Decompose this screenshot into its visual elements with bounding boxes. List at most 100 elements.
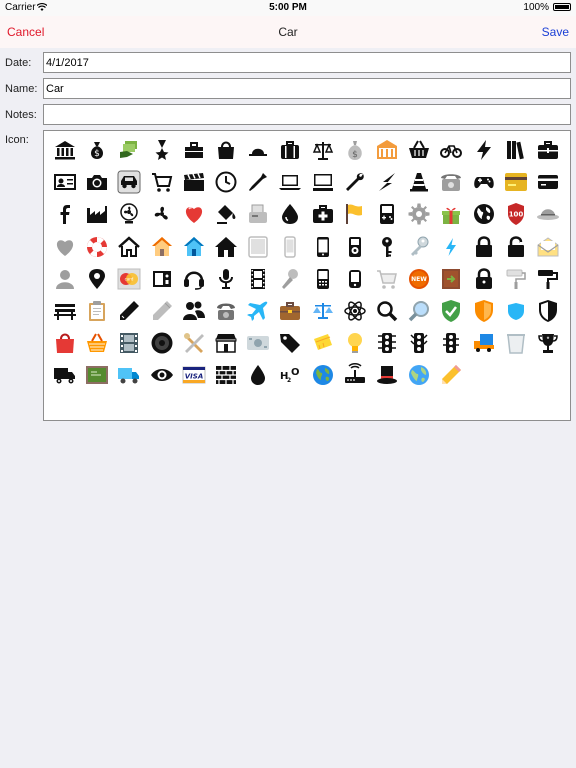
key-silver-icon[interactable]: [406, 234, 432, 260]
books-icon[interactable]: [503, 137, 529, 163]
basket-orange-icon[interactable]: [84, 330, 110, 356]
exit-door-icon[interactable]: [438, 266, 464, 292]
plane-icon[interactable]: [245, 298, 271, 324]
id-card-icon[interactable]: [52, 169, 78, 195]
paint-bucket-icon[interactable]: [213, 201, 239, 227]
gear-icon[interactable]: [406, 201, 432, 227]
money-note-icon[interactable]: [245, 330, 271, 356]
shield-icon[interactable]: [535, 298, 561, 324]
shield-orange-icon[interactable]: [471, 298, 497, 324]
scales-blue-icon[interactable]: [310, 298, 336, 324]
factory-icon[interactable]: [84, 201, 110, 227]
hat-grey-icon[interactable]: [535, 201, 561, 227]
house-blue-icon[interactable]: [181, 234, 207, 260]
shopping-bag-icon[interactable]: [213, 137, 239, 163]
bench-icon[interactable]: [52, 298, 78, 324]
lightning-blue-icon[interactable]: [438, 234, 464, 260]
truck-icon[interactable]: [52, 362, 78, 388]
cart-grey-icon[interactable]: [374, 266, 400, 292]
new-badge-icon[interactable]: NEW: [406, 266, 432, 292]
globe-icon[interactable]: [471, 201, 497, 227]
padlock-icon[interactable]: [471, 266, 497, 292]
trophy-icon[interactable]: [535, 330, 561, 356]
router-icon[interactable]: [342, 362, 368, 388]
shield-check-icon[interactable]: [438, 298, 464, 324]
trash-icon[interactable]: [503, 330, 529, 356]
shop-icon[interactable]: [213, 330, 239, 356]
phone-outline-icon[interactable]: [277, 234, 303, 260]
computer-icon[interactable]: [310, 169, 336, 195]
ipod-icon[interactable]: [342, 234, 368, 260]
magic-hat-icon[interactable]: [374, 362, 400, 388]
magnifier-icon[interactable]: [374, 298, 400, 324]
media-player-icon[interactable]: [149, 266, 175, 292]
eyedropper-icon[interactable]: [245, 169, 271, 195]
shopping-bag-red-icon[interactable]: [52, 330, 78, 356]
tools-icon[interactable]: [181, 330, 207, 356]
laptop-icon[interactable]: [277, 169, 303, 195]
hat-icon[interactable]: [245, 137, 271, 163]
microphone-grey-icon[interactable]: [277, 266, 303, 292]
magnifier-blue-icon[interactable]: [406, 298, 432, 324]
camera-icon[interactable]: [84, 169, 110, 195]
globe-blue-2-icon[interactable]: [406, 362, 432, 388]
fax-icon[interactable]: [245, 201, 271, 227]
ticket-icon[interactable]: [310, 330, 336, 356]
money-bag-icon[interactable]: $: [84, 137, 110, 163]
bolt-icon[interactable]: [374, 169, 400, 195]
shield-blue-icon[interactable]: [503, 298, 529, 324]
chalkboard-icon[interactable]: [84, 362, 110, 388]
paint-roller-icon[interactable]: [535, 266, 561, 292]
film-icon[interactable]: [116, 330, 142, 356]
lightning-icon[interactable]: [471, 137, 497, 163]
notes-field[interactable]: [43, 104, 571, 125]
toolbox-icon[interactable]: [181, 137, 207, 163]
truck-blue-icon[interactable]: [116, 362, 142, 388]
mail-icon[interactable]: [535, 234, 561, 260]
save-button[interactable]: Save: [542, 25, 569, 39]
tablet-icon[interactable]: [245, 234, 271, 260]
game-boy-icon[interactable]: [374, 201, 400, 227]
car-icon[interactable]: [116, 169, 142, 195]
map-pin-icon[interactable]: [84, 266, 110, 292]
unlock-icon[interactable]: [503, 234, 529, 260]
wrench-icon[interactable]: [342, 169, 368, 195]
facebook-icon[interactable]: [52, 201, 78, 227]
water-drop-icon[interactable]: [277, 201, 303, 227]
basket-icon[interactable]: [406, 137, 432, 163]
gamepad-icon[interactable]: [471, 169, 497, 195]
first-aid-kit-icon[interactable]: [535, 137, 561, 163]
user-icon[interactable]: [52, 266, 78, 292]
mastercard-icon[interactable]: card: [116, 266, 142, 292]
pencil-icon[interactable]: [116, 298, 142, 324]
gift-icon[interactable]: [438, 201, 464, 227]
drop-icon[interactable]: [245, 362, 271, 388]
globe-blue-icon[interactable]: [310, 362, 336, 388]
pencil-yellow-icon[interactable]: [438, 362, 464, 388]
bank-icon[interactable]: [52, 137, 78, 163]
traffic-light-icon[interactable]: [374, 330, 400, 356]
people-icon[interactable]: [181, 298, 207, 324]
key-icon[interactable]: [374, 234, 400, 260]
cash-hand-icon[interactable]: [116, 137, 142, 163]
lifebuoy-icon[interactable]: [84, 234, 110, 260]
lightbulb-icon[interactable]: [342, 330, 368, 356]
name-field[interactable]: [43, 78, 571, 99]
eye-icon[interactable]: [149, 362, 175, 388]
brick-wall-icon[interactable]: [213, 362, 239, 388]
mobile-icon[interactable]: [310, 266, 336, 292]
cellphone-icon[interactable]: [342, 266, 368, 292]
paint-roller-grey-icon[interactable]: [503, 266, 529, 292]
flag-icon[interactable]: [342, 201, 368, 227]
shopping-cart-icon[interactable]: [149, 169, 175, 195]
home-outline-icon[interactable]: [116, 234, 142, 260]
home-icon[interactable]: [213, 234, 239, 260]
badge-100-icon[interactable]: 100: [503, 201, 529, 227]
pencil-grey-icon[interactable]: [149, 298, 175, 324]
film-strip-icon[interactable]: [245, 266, 271, 292]
telephone-icon[interactable]: [438, 169, 464, 195]
traffic-cone-icon[interactable]: [406, 169, 432, 195]
briefcase-icon[interactable]: [277, 298, 303, 324]
visa-icon[interactable]: VISA: [181, 362, 207, 388]
h2o-icon[interactable]: H2O: [277, 362, 303, 388]
